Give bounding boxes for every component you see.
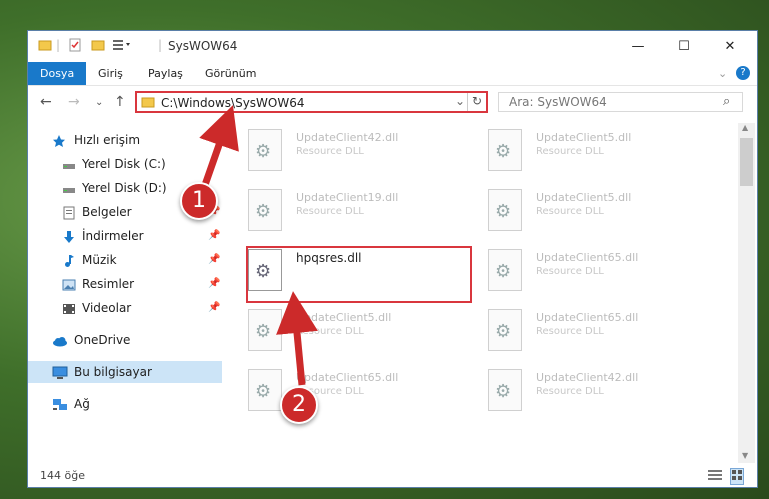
arrow-to-address-bar bbox=[199, 105, 239, 187]
annotation-arrows bbox=[199, 105, 318, 386]
annotation-badge-1: 1 bbox=[180, 182, 218, 220]
arrow-to-file bbox=[276, 291, 318, 386]
annotation-badge-2: 2 bbox=[280, 386, 318, 424]
